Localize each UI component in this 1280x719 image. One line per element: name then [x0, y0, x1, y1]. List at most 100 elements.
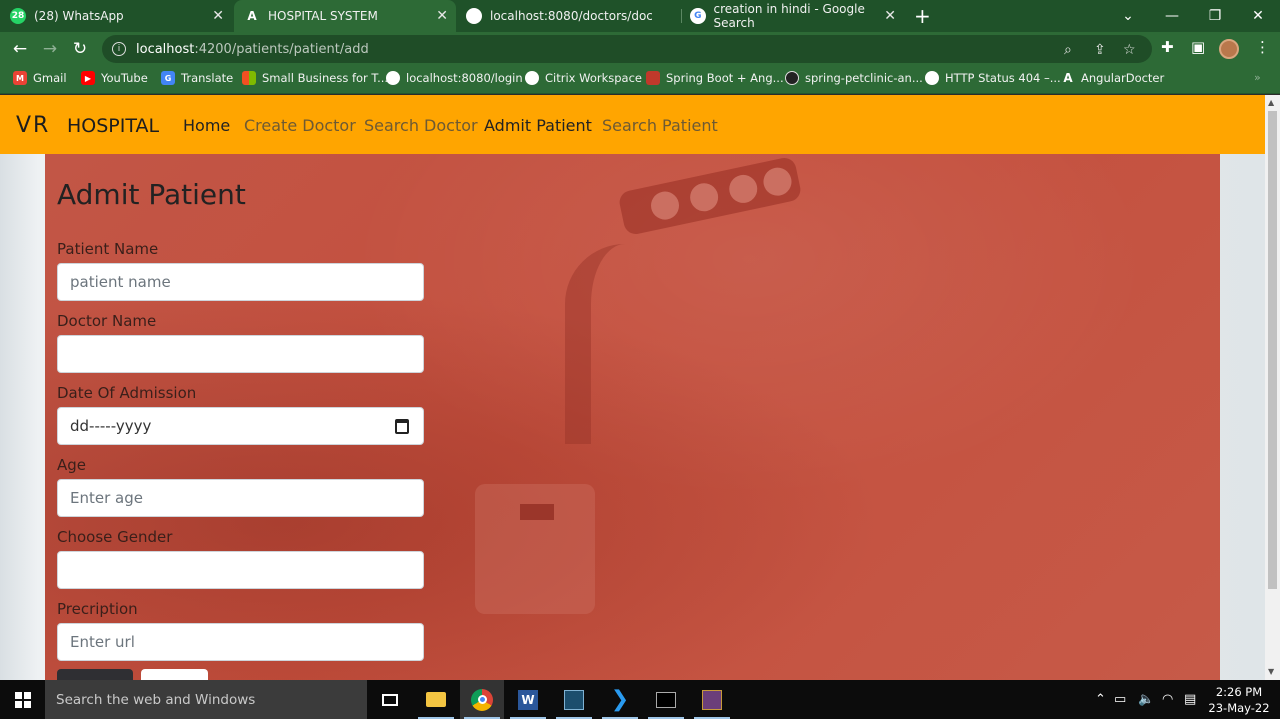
url-text: localhost:4200/patients/patient/add [136, 41, 369, 57]
scroll-down-icon[interactable]: ▼ [1268, 667, 1274, 676]
nav-create-doctor[interactable]: Create Doctor [244, 116, 356, 135]
page-viewport: VR HOSPITAL Home Create Doctor Search Do… [0, 95, 1265, 680]
clock-time: 2:26 PM [1215, 685, 1263, 699]
site-info-icon[interactable]: i [112, 42, 126, 56]
minimize-icon[interactable]: — [1150, 0, 1194, 32]
maximize-icon[interactable]: ❐ [1193, 0, 1237, 32]
close-icon[interactable]: ✕ [212, 8, 224, 24]
calendar-icon[interactable] [395, 419, 409, 434]
tab-whatsapp[interactable]: 28 (28) WhatsApp ✕ [10, 0, 232, 32]
scroll-up-icon[interactable]: ▲ [1268, 98, 1274, 107]
word-icon: W [518, 689, 538, 710]
windows-taskbar: Search the web and Windows W ❯ ⌃ ▭ 🔈 ◠ ▤… [0, 680, 1280, 719]
bookmark-translate[interactable]: G Translate [161, 71, 233, 85]
nav-home[interactable]: Home [183, 116, 230, 135]
window-close-icon[interactable]: ✕ [1236, 0, 1280, 32]
word-button[interactable]: W [506, 680, 550, 719]
reset-button[interactable] [141, 669, 208, 680]
date-of-admission-input[interactable]: dd-----yyyy [57, 407, 424, 445]
tab-localhost-doctors[interactable]: localhost:8080/doctors/doc/%7B [466, 0, 678, 32]
date-value: dd-----yyyy [70, 417, 152, 435]
bookmark-label: spring-petclinic-an... [805, 71, 923, 85]
nav-admit-patient[interactable]: Admit Patient [484, 116, 592, 135]
bookmark-youtube[interactable]: ▶ YouTube [81, 71, 148, 85]
tab-google-search[interactable]: G creation in hindi - Google Search ✕ [690, 0, 904, 32]
menu-icon[interactable]: ⋮ [1255, 38, 1270, 56]
tab-title: localhost:8080/doctors/doc/%7B [490, 9, 652, 23]
back-icon[interactable]: ← [9, 38, 31, 60]
background-dental-lamp [617, 155, 803, 237]
bookmark-angulardocter[interactable]: A AngularDocter [1061, 71, 1164, 85]
notifications-icon[interactable]: ▤ [1184, 680, 1196, 719]
globe-icon [386, 71, 400, 85]
bookmark-spring-boot[interactable]: Spring Boot + Ang... [646, 71, 784, 85]
submit-button[interactable] [57, 669, 133, 680]
share-icon[interactable]: ⇪ [1094, 42, 1106, 58]
avatar[interactable] [1219, 39, 1239, 59]
vscode-icon: ❯ [610, 687, 630, 712]
app-navbar: VR HOSPITAL Home Create Doctor Search Do… [0, 95, 1265, 154]
battery-icon[interactable]: ▭ [1114, 680, 1126, 719]
background-control-panel [475, 484, 595, 614]
nav-search-doctor[interactable]: Search Doctor [364, 116, 478, 135]
page-scrollbar[interactable]: ▲ ▼ [1265, 95, 1280, 680]
folder-icon [426, 692, 446, 707]
doctor-name-input[interactable] [57, 335, 424, 373]
age-input[interactable] [57, 479, 424, 517]
system-clock[interactable]: 2:26 PM 23-May-22 [1208, 684, 1270, 716]
game-app-button[interactable] [690, 680, 734, 719]
admit-patient-panel: Admit Patient Patient Name Doctor Name D… [45, 154, 1220, 680]
bookmark-localhost-login[interactable]: localhost:8080/login [386, 71, 523, 85]
vscode-button[interactable]: ❯ [598, 680, 642, 719]
address-bar[interactable]: i localhost:4200/patients/patient/add ⌕ … [102, 35, 1152, 63]
gender-select[interactable] [57, 551, 424, 589]
mysql-workbench-button[interactable] [552, 680, 596, 719]
terminal-button[interactable] [644, 680, 688, 719]
show-hidden-icons[interactable]: ⌃ [1095, 680, 1106, 719]
volume-icon[interactable]: 🔈 [1138, 680, 1154, 719]
bookmark-gmail[interactable]: M Gmail [13, 71, 67, 85]
bookmark-label: Small Business for T... [262, 71, 389, 85]
doctor-name-label: Doctor Name [57, 312, 157, 330]
bookmark-http-404[interactable]: HTTP Status 404 –... [925, 71, 1061, 85]
tab-hospital-system[interactable]: A HOSPITAL SYSTEM ✕ [234, 0, 456, 32]
close-icon[interactable]: ✕ [436, 8, 448, 24]
forward-icon[interactable]: → [39, 38, 61, 60]
side-panel-icon[interactable]: ▣ [1191, 38, 1205, 56]
bookmark-petclinic[interactable]: spring-petclinic-an... [785, 71, 923, 85]
chrome-button[interactable] [460, 680, 504, 719]
date-of-admission-label: Date Of Admission [57, 384, 197, 402]
whatsapp-icon: 28 [10, 8, 26, 24]
nav-search-patient[interactable]: Search Patient [602, 116, 718, 135]
new-tab-icon[interactable]: + [914, 4, 931, 28]
reload-icon[interactable]: ↻ [69, 38, 91, 60]
brand-logo[interactable]: VR [16, 113, 50, 138]
network-icon[interactable]: ◠ [1162, 680, 1173, 719]
patient-name-input[interactable] [57, 263, 424, 301]
file-explorer-button[interactable] [414, 680, 458, 719]
bookmark-label: AngularDocter [1081, 71, 1165, 85]
brand-name[interactable]: HOSPITAL [67, 115, 159, 137]
more-bookmarks-icon[interactable]: » [1254, 71, 1261, 84]
tab-title: (28) WhatsApp [34, 9, 124, 23]
bookmark-star-icon[interactable]: ☆ [1123, 42, 1136, 58]
background-lamp-arm [565, 244, 635, 444]
age-label: Age [57, 456, 87, 474]
bookmark-citrix[interactable]: Citrix Workspace [525, 71, 642, 85]
prescription-input[interactable] [57, 623, 424, 661]
translate-icon: G [161, 71, 175, 85]
google-icon: G [690, 8, 706, 24]
task-view-button[interactable] [368, 680, 412, 719]
angular-icon: A [1063, 71, 1073, 85]
bookmark-small-business[interactable]: Small Business for T... [242, 71, 388, 85]
tab-search-icon[interactable]: ⌄ [1106, 0, 1150, 32]
gmail-icon: M [13, 71, 27, 85]
start-button[interactable] [0, 680, 45, 719]
youtube-icon: ▶ [81, 71, 95, 85]
scroll-thumb[interactable] [1268, 111, 1277, 589]
extensions-icon[interactable]: ✚ [1161, 38, 1174, 56]
zoom-icon[interactable]: ⌕ [1064, 42, 1072, 58]
close-icon[interactable]: ✕ [884, 8, 896, 24]
taskbar-search-box[interactable]: Search the web and Windows [45, 680, 367, 719]
citrix-icon [525, 71, 539, 85]
